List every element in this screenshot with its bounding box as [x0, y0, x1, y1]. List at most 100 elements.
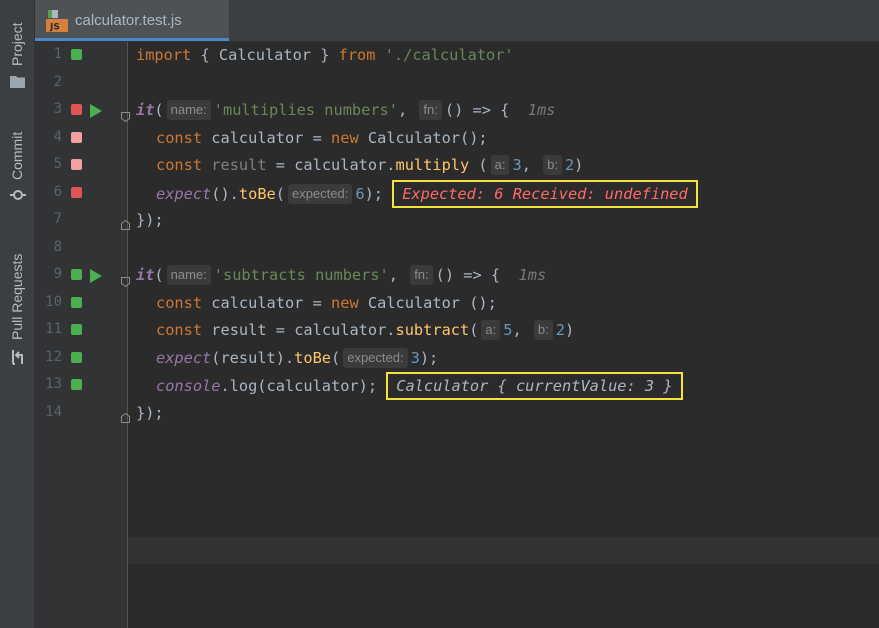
object-ref: calculator. — [294, 156, 396, 174]
expect-call: expect — [156, 184, 212, 203]
code-text: .log(calculator); — [220, 377, 378, 395]
line-number: 4 — [53, 128, 62, 145]
paren: ); — [419, 348, 439, 367]
pull-requests-tool-tab[interactable]: Pull Requests — [0, 237, 34, 372]
gutter-row: 11 — [35, 317, 127, 344]
code-line-7: }); — [136, 207, 164, 234]
test-pass-marker — [71, 379, 82, 390]
fold-icon[interactable] — [121, 408, 130, 427]
operator: = — [275, 321, 285, 339]
gutter-row: 10 — [35, 290, 127, 317]
block-close: }); — [136, 403, 164, 422]
fold-icon[interactable] — [121, 215, 130, 234]
test-pass-marker — [71, 49, 82, 60]
gutter-row: 7 — [35, 207, 127, 234]
identifier: result — [211, 156, 267, 174]
number-literal: 5 — [503, 321, 513, 339]
line-number: 12 — [45, 348, 62, 365]
parameter-hint: b: — [543, 155, 562, 175]
keyword: import — [136, 46, 192, 64]
commit-icon — [10, 187, 26, 207]
keyword: const — [156, 321, 203, 339]
line-number: 8 — [53, 238, 62, 255]
test-duration: 1ms — [527, 101, 556, 119]
console-object: console — [156, 377, 221, 395]
method-name: subtract — [395, 321, 470, 339]
keyword: const — [156, 156, 203, 174]
project-tab-label: Project — [9, 22, 25, 66]
constructor-call: Calculator (); — [367, 293, 497, 312]
run-test-icon[interactable] — [90, 103, 102, 122]
code-line-10: const calculator = new Calculator (); — [156, 290, 497, 317]
code-line-11: const result = calculator.subtract(a: 5, … — [156, 320, 575, 340]
gutter-row: 13 — [35, 372, 127, 399]
test-fail-light-marker — [71, 131, 82, 143]
line-number: 14 — [45, 403, 62, 420]
commit-tool-tab[interactable]: Commit — [0, 118, 34, 208]
test-duration: 1ms — [518, 266, 547, 284]
project-tool-tab[interactable]: Project — [0, 0, 34, 95]
gutter-row: 4 — [35, 125, 127, 152]
tab-calculator-test-js[interactable]: JS calculator.test.js — [35, 0, 229, 41]
code-line-12: expect(result).toBe(expected: 3); — [156, 345, 438, 372]
editor-tab-bar: JS calculator.test.js — [35, 0, 879, 42]
line-number: 10 — [45, 293, 62, 310]
parameter-hint: expected: — [343, 347, 408, 368]
line-number: 1 — [53, 46, 62, 62]
gutter-row: 12 — [35, 345, 127, 372]
keyword: const — [156, 128, 203, 147]
tool-window-strip: Project Commit Pull Requests — [0, 0, 35, 628]
number-literal: 2 — [564, 156, 575, 174]
identifier: calculator — [211, 293, 304, 312]
operator: = — [312, 293, 322, 312]
code-text: (result). — [211, 348, 295, 367]
identifier: calculator — [211, 128, 304, 147]
keyword: new — [331, 293, 359, 312]
parameter-hint: expected: — [287, 183, 353, 204]
parameter-hint: fn: — [419, 100, 442, 120]
keyword: const — [156, 293, 203, 312]
number-literal: 2 — [555, 321, 565, 339]
matcher-name: toBe — [294, 348, 331, 367]
gutter-row: 14 — [35, 400, 127, 427]
test-function: it — [136, 101, 155, 119]
editor-gutter: 1 2 3 4 5 6 7 8 9 10 11 12 13 14 — [35, 42, 128, 628]
matcher-name: toBe — [238, 184, 276, 203]
parameter-hint: a: — [490, 155, 510, 175]
operator: = — [275, 156, 285, 174]
code-editor[interactable]: import { Calculator } from './calculator… — [121, 42, 879, 628]
gutter-row: 9 — [35, 262, 127, 289]
parameter-hint: name: — [166, 100, 211, 120]
number-literal: 3 — [410, 348, 420, 367]
fold-icon[interactable] — [121, 107, 130, 126]
line-number: 13 — [45, 376, 62, 392]
test-fail-marker — [71, 104, 82, 115]
keyword: new — [331, 128, 359, 147]
code-line-13: console.log(calculator); Calculator { cu… — [156, 372, 683, 400]
code-line-6: expect().toBe(expected: 6); Expected: 6 R… — [156, 179, 698, 208]
test-pass-marker — [71, 269, 82, 280]
code-line-5: const result = calculator.multiply (a: 3,… — [156, 155, 584, 175]
gutter-row: 6 — [35, 180, 127, 207]
test-function: it — [136, 266, 155, 284]
line-number: 2 — [53, 73, 62, 90]
test-fail-marker — [71, 186, 82, 198]
js-file-icon: JS — [46, 10, 68, 36]
identifier: result — [211, 321, 267, 339]
parameter-hint: a: — [481, 320, 501, 340]
gutter-row: 2 — [35, 70, 127, 97]
code-line-1: import { Calculator } from './calculator… — [136, 42, 514, 69]
fold-icon[interactable] — [121, 272, 130, 291]
arrow-function: () => { — [444, 101, 510, 119]
svg-text:JS: JS — [49, 23, 60, 33]
test-pass-marker — [71, 324, 82, 335]
paren: ) — [574, 156, 584, 174]
inline-console-output: Calculator { currentValue: 3 } — [386, 372, 683, 400]
gutter-row: 1 — [35, 42, 127, 69]
run-test-icon[interactable] — [90, 268, 102, 287]
code-line-4: const calculator = new Calculator(); — [156, 125, 488, 152]
line-number: 6 — [53, 183, 62, 200]
paren: ( — [275, 184, 285, 203]
commit-tab-label: Commit — [9, 131, 25, 180]
paren: ) — [564, 321, 575, 339]
